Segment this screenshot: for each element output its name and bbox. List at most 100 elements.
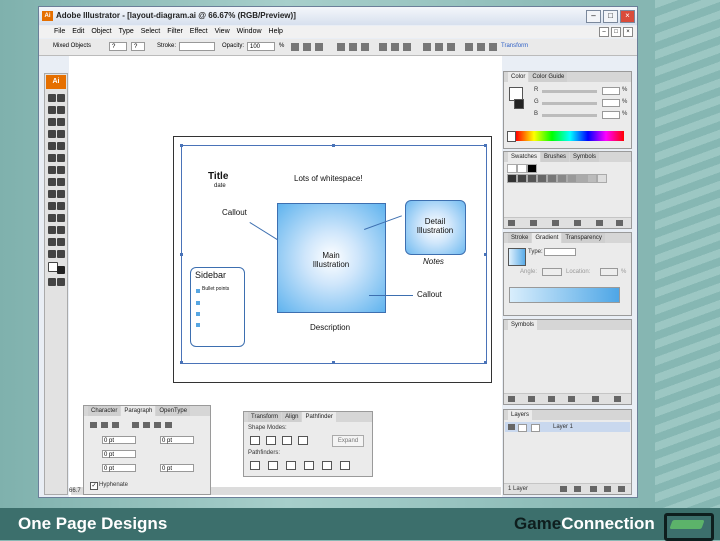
- eye-icon[interactable]: [508, 424, 515, 430]
- layout-notes[interactable]: Notes: [423, 257, 444, 266]
- line-tool-icon[interactable]: [48, 130, 56, 138]
- layout-callout-right[interactable]: Callout: [417, 290, 442, 299]
- stroke-swatch[interactable]: ?: [131, 42, 145, 51]
- menu-filter[interactable]: Filter: [167, 26, 183, 38]
- selection-handle[interactable]: [332, 144, 335, 147]
- swatch-gray-20[interactable]: [577, 174, 587, 183]
- space-after-field[interactable]: 0 pt: [160, 464, 194, 472]
- blue-field[interactable]: [602, 111, 620, 119]
- free-transform-tool-icon[interactable]: [57, 166, 65, 174]
- new-symbol-icon[interactable]: [592, 396, 599, 402]
- divide-icon[interactable]: [250, 461, 260, 470]
- menu-window[interactable]: Window: [237, 26, 262, 38]
- layout-callout-top[interactable]: Callout: [222, 208, 247, 217]
- align-left-text-icon[interactable]: [90, 422, 97, 428]
- bullet-points-label[interactable]: Bullet points: [202, 286, 229, 292]
- callout-right-line[interactable]: [369, 295, 413, 296]
- recolor-icon[interactable]: [291, 43, 299, 51]
- color-stroke-box[interactable]: [514, 99, 524, 109]
- lock-toggle-icon[interactable]: [518, 424, 527, 432]
- transform-link[interactable]: Transform: [501, 43, 528, 49]
- close-button[interactable]: ×: [620, 10, 635, 23]
- layer-row[interactable]: Layer 1: [505, 422, 630, 432]
- distribute-left-icon[interactable]: [465, 43, 473, 51]
- angle-field[interactable]: [542, 268, 562, 276]
- justify-all-icon[interactable]: [165, 422, 172, 428]
- distribute-bottom-icon[interactable]: [447, 43, 455, 51]
- tab-layers[interactable]: Layers: [508, 410, 533, 420]
- tab-gradient[interactable]: Gradient: [532, 233, 562, 243]
- trim-icon[interactable]: [268, 461, 278, 470]
- distribute-center-icon[interactable]: [477, 43, 485, 51]
- type-tool-icon[interactable]: [57, 118, 65, 126]
- tab-color[interactable]: Color: [508, 72, 529, 82]
- delete-swatch-icon[interactable]: [616, 220, 623, 226]
- selection-handle[interactable]: [180, 253, 183, 256]
- stroke-color-icon[interactable]: [57, 266, 65, 274]
- justify-left-icon[interactable]: [132, 422, 139, 428]
- swatch-black[interactable]: [527, 164, 537, 173]
- align-middle-icon[interactable]: [391, 43, 399, 51]
- new-swatch-icon[interactable]: [596, 220, 603, 226]
- swatch-gray-50[interactable]: [547, 174, 557, 183]
- left-indent-field[interactable]: 0 pt: [102, 436, 136, 444]
- tab-transparency[interactable]: Transparency: [562, 233, 605, 243]
- selection-tool-icon[interactable]: [48, 94, 56, 102]
- distribute-middle-icon[interactable]: [435, 43, 443, 51]
- menu-edit[interactable]: Edit: [72, 26, 84, 38]
- swatch-gray-40[interactable]: [557, 174, 567, 183]
- doc-minimize-button[interactable]: –: [599, 27, 609, 37]
- symbol-options-icon[interactable]: [568, 396, 575, 402]
- mesh-tool-icon[interactable]: [48, 190, 56, 198]
- selection-handle[interactable]: [180, 361, 183, 364]
- layout-date[interactable]: date: [214, 183, 226, 189]
- tab-color-guide[interactable]: Color Guide: [529, 72, 568, 82]
- align-right-text-icon[interactable]: [112, 422, 119, 428]
- red-slider[interactable]: [542, 90, 597, 93]
- location-field[interactable]: [600, 268, 618, 276]
- pen-tool-icon[interactable]: [48, 118, 56, 126]
- tab-symbols[interactable]: Symbols: [508, 320, 538, 330]
- menu-help[interactable]: Help: [269, 26, 283, 38]
- rectangle-tool-icon[interactable]: [57, 130, 65, 138]
- swatch-options-icon[interactable]: [552, 220, 559, 226]
- align-icon[interactable]: [315, 43, 323, 51]
- color-spectrum[interactable]: [516, 131, 624, 141]
- tab-transform[interactable]: Transform: [248, 412, 282, 422]
- paintbrush-tool-icon[interactable]: [48, 142, 56, 150]
- gradient-type-select[interactable]: [544, 248, 576, 256]
- symbol-libraries-icon[interactable]: [508, 396, 515, 402]
- blue-slider[interactable]: [542, 114, 597, 117]
- swatch-gray-5[interactable]: [597, 174, 607, 183]
- expand-layer-icon[interactable]: [531, 424, 540, 432]
- menu-object[interactable]: Object: [91, 26, 111, 38]
- layout-description[interactable]: Description: [310, 323, 350, 332]
- swatch-libraries-icon[interactable]: [508, 220, 515, 226]
- crop-icon[interactable]: [304, 461, 314, 470]
- swatch-gray-70[interactable]: [527, 174, 537, 183]
- swatch-gray-10[interactable]: [587, 174, 597, 183]
- align-right-icon[interactable]: [361, 43, 369, 51]
- right-indent-field[interactable]: 0 pt: [160, 436, 194, 444]
- break-link-icon[interactable]: [548, 396, 555, 402]
- isolate-icon[interactable]: [303, 43, 311, 51]
- selection-handle[interactable]: [484, 253, 487, 256]
- graph-tool-icon[interactable]: [57, 178, 65, 186]
- green-field[interactable]: [602, 99, 620, 107]
- scissors-tool-icon[interactable]: [57, 238, 65, 246]
- merge-icon[interactable]: [286, 461, 296, 470]
- swatch-registration[interactable]: [517, 164, 527, 173]
- minus-front-icon[interactable]: [266, 436, 276, 445]
- first-line-indent-field[interactable]: 0 pt: [102, 450, 136, 458]
- menu-effect[interactable]: Effect: [190, 26, 208, 38]
- live-paint-tool-icon[interactable]: [48, 214, 56, 222]
- eraser-tool-icon[interactable]: [48, 238, 56, 246]
- red-field[interactable]: [602, 87, 620, 95]
- layout-whitespace-note[interactable]: Lots of whitespace!: [294, 174, 362, 183]
- tab-swatches[interactable]: Swatches: [508, 152, 541, 162]
- pencil-tool-icon[interactable]: [57, 142, 65, 150]
- new-sublayer-icon[interactable]: [590, 486, 597, 492]
- selection-handle[interactable]: [332, 361, 335, 364]
- menu-view[interactable]: View: [215, 26, 230, 38]
- color-mode-icon[interactable]: [48, 278, 56, 286]
